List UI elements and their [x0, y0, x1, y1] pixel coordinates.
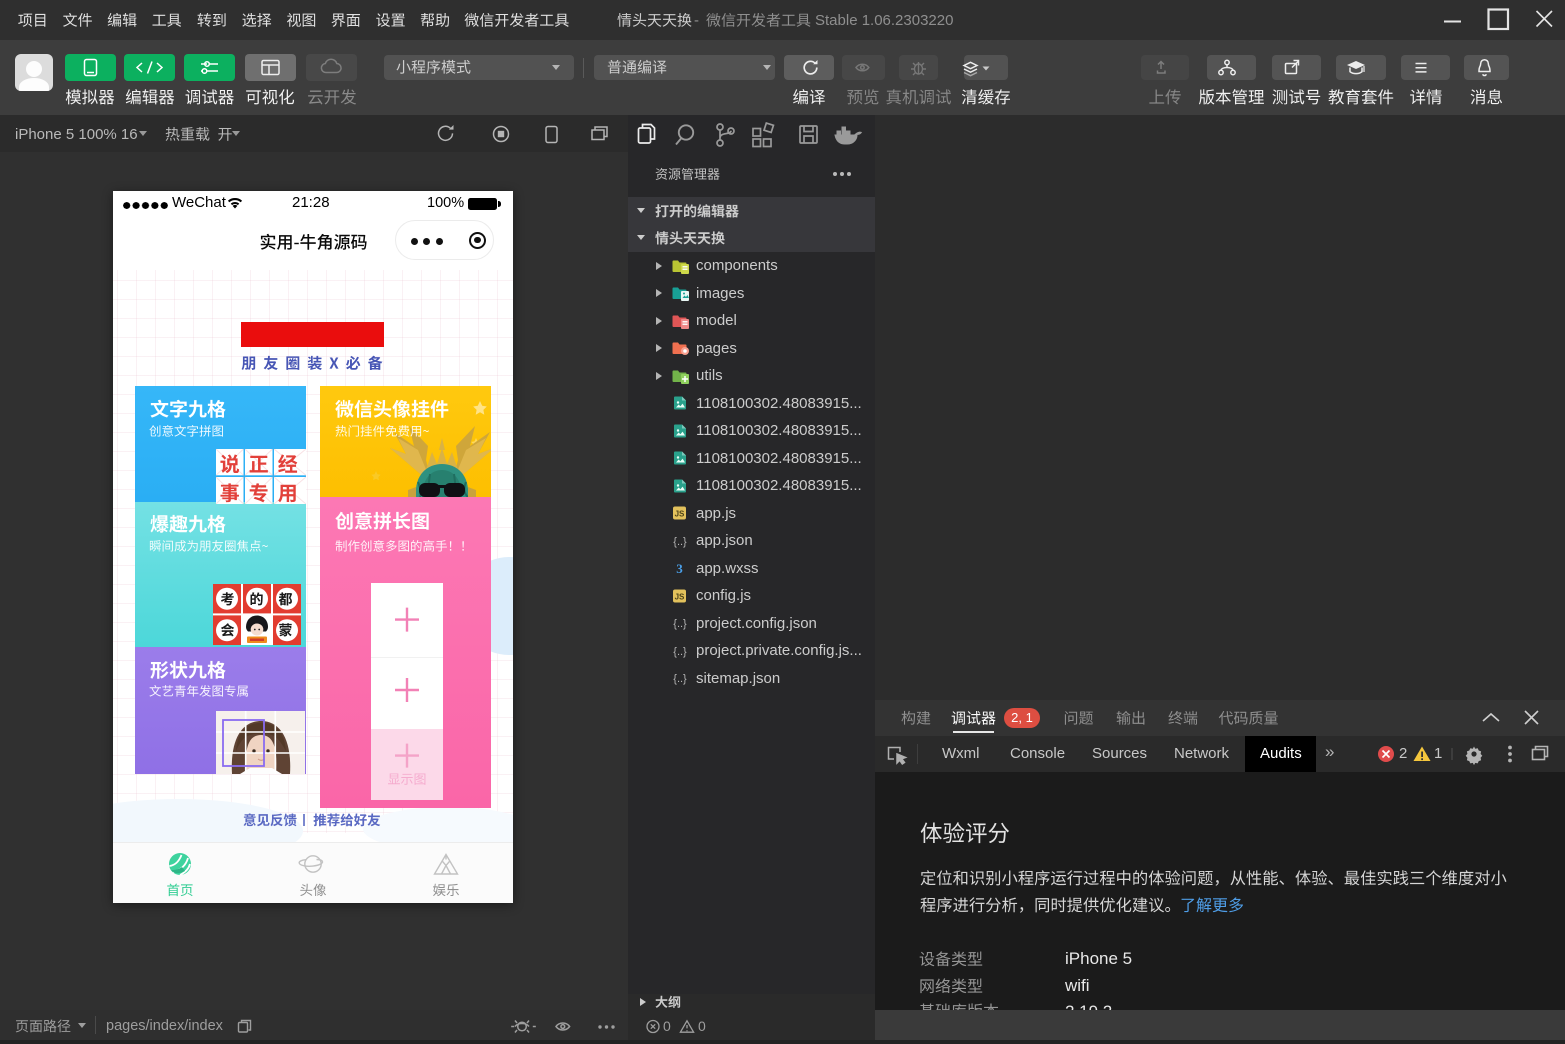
svg-text:{..}: {..} — [673, 646, 687, 658]
svg-text:JS: JS — [675, 592, 685, 601]
svg-text:3: 3 — [676, 561, 683, 576]
svg-text:{..}: {..} — [673, 618, 687, 630]
svg-text:{..}: {..} — [673, 536, 687, 548]
svg-text:{..}: {..} — [673, 673, 687, 685]
svg-text:JS: JS — [675, 510, 685, 519]
